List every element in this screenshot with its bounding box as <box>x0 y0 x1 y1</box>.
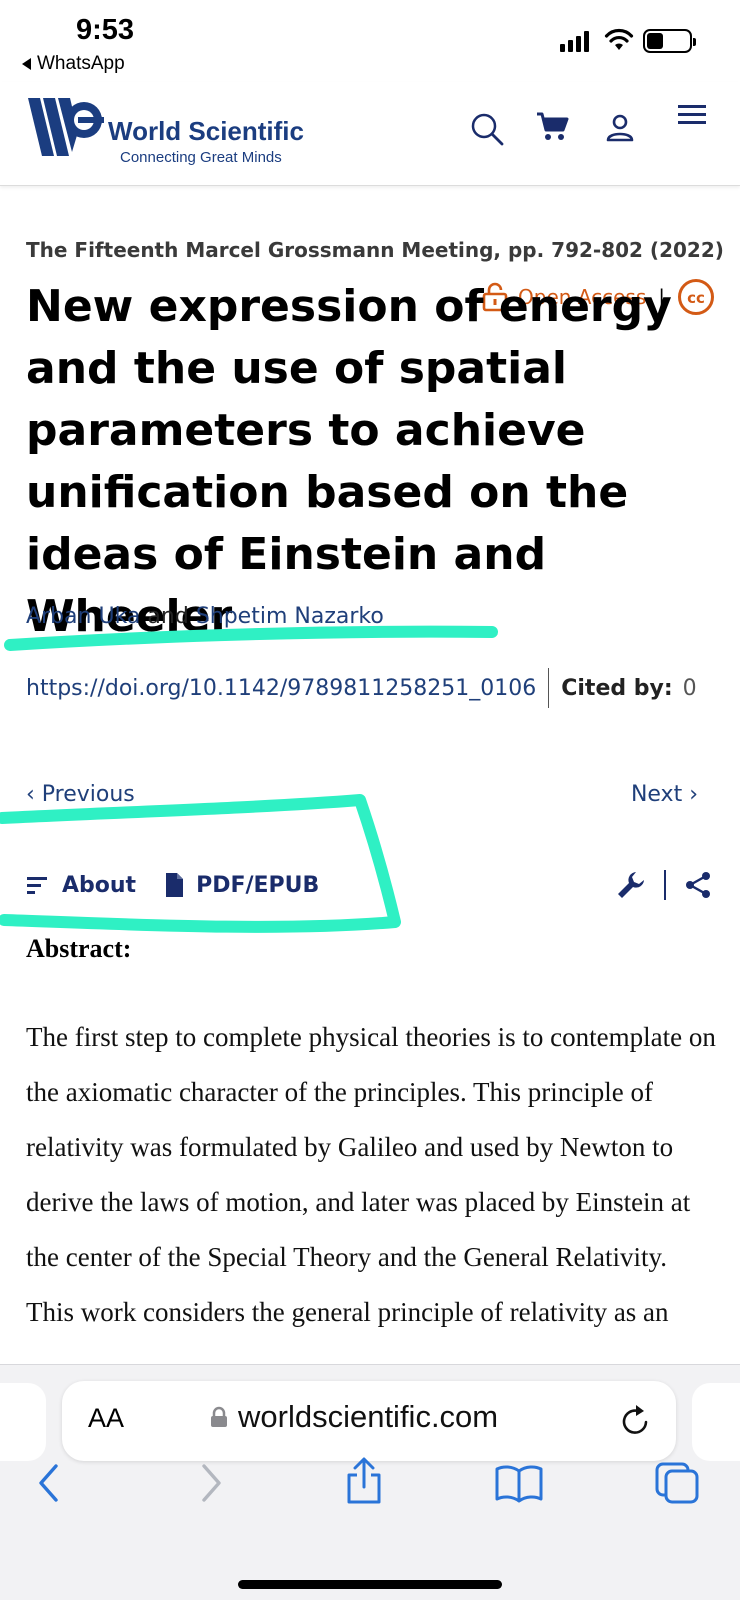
tabs-box-stroke <box>0 794 401 933</box>
cited-by-count: 0 <box>682 675 697 701</box>
previous-label: Previous <box>41 782 135 807</box>
browser-toolbar: AA worldscientific.com <box>0 1364 740 1600</box>
doi-row: https://doi.org/10.1142/9789811258251_01… <box>26 668 697 708</box>
status-bar: 9:53 WhatsApp <box>0 0 740 82</box>
author-link-1[interactable]: Arban Uka <box>26 604 140 629</box>
text-size-button[interactable]: AA <box>88 1403 124 1434</box>
next-chapter-link[interactable]: Next › <box>631 782 698 807</box>
tabs-icon[interactable] <box>654 1461 700 1505</box>
next-label: Next <box>630 782 683 807</box>
back-to-app-link[interactable]: WhatsApp <box>22 53 125 75</box>
site-header: World Scientific Connecting Great Minds <box>0 82 740 186</box>
article-tools <box>616 870 712 900</box>
abstract-text: The first step to complete physical theo… <box>26 1022 716 1327</box>
chevron-left-icon: ‹ <box>26 782 42 807</box>
tab-about[interactable]: About <box>26 873 136 898</box>
doi-link[interactable]: https://doi.org/10.1142/9789811258251_01… <box>26 676 536 701</box>
wrench-icon[interactable] <box>616 870 646 900</box>
cited-by-label: Cited by: <box>561 675 673 701</box>
menu-icon[interactable] <box>678 104 706 126</box>
cellular-signal-icon <box>560 30 589 52</box>
back-app-label: WhatsApp <box>37 53 125 74</box>
search-icon[interactable] <box>470 112 504 146</box>
tab-about-label: About <box>62 872 137 898</box>
battery-icon <box>643 29 696 53</box>
brand-tagline: Connecting Great Minds <box>120 149 282 166</box>
wifi-icon <box>604 28 634 50</box>
chevron-right-icon: › <box>682 782 698 807</box>
share-sheet-icon[interactable] <box>344 1457 384 1505</box>
share-icon[interactable] <box>684 871 712 899</box>
brand-name: World Scientific <box>108 116 304 146</box>
back-icon[interactable] <box>36 1463 62 1503</box>
proceedings-citation: The Fifteenth Marcel Grossmann Meeting, … <box>26 238 724 262</box>
abstract-heading: Abstract: <box>26 934 132 963</box>
status-time: 9:53 <box>76 14 135 46</box>
url-display[interactable]: worldscientific.com <box>210 1399 498 1435</box>
author-list: Arban Uka and Shpetim Nazarko <box>26 604 384 629</box>
article-title: New expression of energy and the use of … <box>26 281 672 642</box>
previous-tab-preview[interactable] <box>0 1383 46 1461</box>
tab-pdf-epub[interactable]: PDF/EPUB <box>164 872 319 898</box>
tools-divider <box>664 870 666 900</box>
doi-divider <box>548 668 550 708</box>
url-text: worldscientific.com <box>238 1399 499 1434</box>
lock-icon <box>211 1406 227 1427</box>
previous-chapter-link[interactable]: ‹ Previous <box>26 782 135 807</box>
article-tabs: About PDF/EPUB <box>26 872 319 898</box>
cart-icon[interactable] <box>536 112 570 142</box>
author-link-2[interactable]: Shpetim Nazarko <box>196 604 384 629</box>
sort-lines-icon <box>27 877 47 894</box>
world-scientific-logo[interactable]: World Scientific Connecting Great Minds <box>26 94 346 166</box>
forward-icon[interactable] <box>198 1463 224 1503</box>
ws-logo-icon <box>28 98 104 156</box>
document-icon <box>166 873 184 897</box>
account-icon[interactable] <box>606 114 634 142</box>
home-indicator <box>238 1580 502 1589</box>
back-arrow-icon <box>22 58 31 70</box>
tab-pdf-label: PDF/EPUB <box>196 872 320 898</box>
address-bar[interactable]: AA worldscientific.com <box>62 1381 676 1461</box>
bookmarks-icon[interactable] <box>494 1463 544 1503</box>
author-conjunction: and <box>147 604 189 629</box>
next-tab-preview[interactable] <box>692 1383 740 1461</box>
reload-icon[interactable] <box>620 1403 652 1437</box>
